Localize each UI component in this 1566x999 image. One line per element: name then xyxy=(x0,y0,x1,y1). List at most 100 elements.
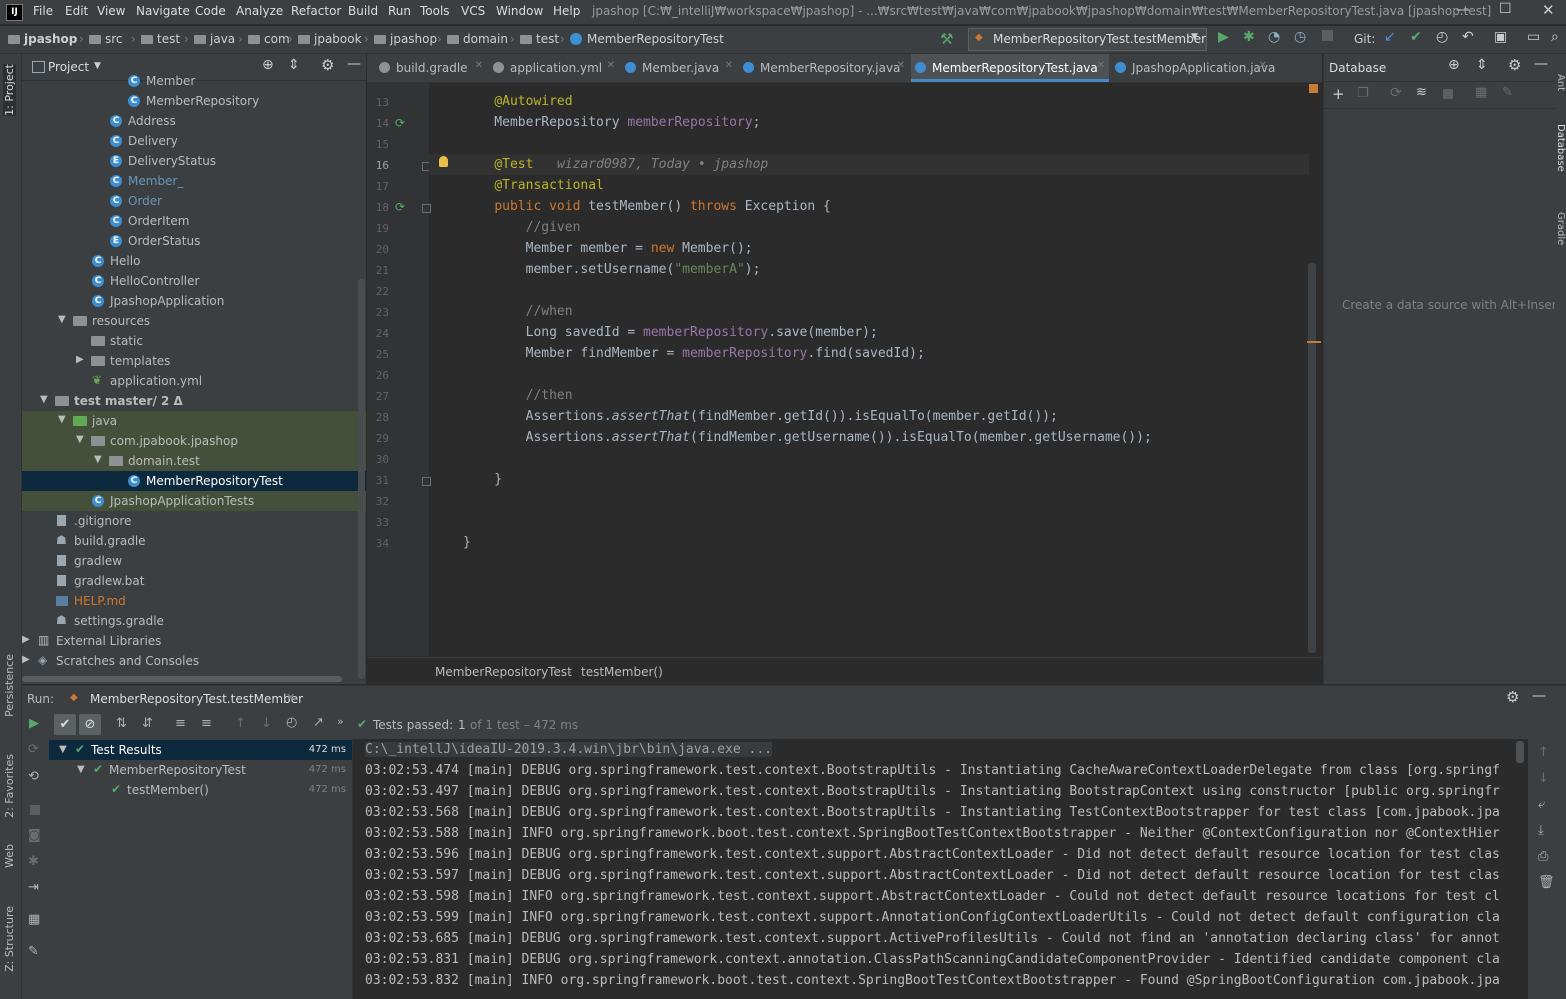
close-icon[interactable]: ✕ xyxy=(725,60,733,71)
tree-item[interactable]: ▶ ▥ External Libraries xyxy=(22,631,366,651)
stop-icon[interactable] xyxy=(1443,89,1453,99)
show-ignored-toggle[interactable]: ⊘ xyxy=(79,714,101,735)
tool-tab-web[interactable]: Web xyxy=(3,844,16,868)
breadcrumb-item[interactable]: jpabook xyxy=(298,32,362,46)
history-icon[interactable]: ◴ xyxy=(1436,29,1448,45)
tree-item[interactable]: C Hello xyxy=(22,251,366,271)
layout-icon[interactable]: ▭ xyxy=(1527,29,1540,45)
warning-stripe[interactable] xyxy=(1307,341,1321,343)
tree-scrollbar[interactable] xyxy=(358,279,365,679)
expanded-arrow-icon[interactable]: ▼ xyxy=(40,394,48,405)
layout-icon[interactable]: ▦ xyxy=(28,912,40,927)
tab-build-gradle[interactable]: build.gradle ✕ xyxy=(375,54,487,82)
tree-item[interactable]: C Member_ xyxy=(22,171,366,191)
close-icon[interactable]: ✕ xyxy=(607,60,615,71)
tree-item[interactable]: C JpashopApplicationTests xyxy=(22,491,366,511)
close-icon[interactable]: ✕ xyxy=(475,60,483,71)
menu-refactor[interactable]: Refactor xyxy=(291,4,341,18)
more-icon[interactable]: » xyxy=(337,715,344,728)
git-commit-icon[interactable]: ✔ xyxy=(1410,29,1422,45)
hide-panel-icon[interactable]: — xyxy=(1532,688,1546,704)
gear-icon[interactable]: ⚙ xyxy=(1508,56,1521,74)
menu-navigate[interactable]: Navigate xyxy=(136,4,190,18)
tree-item[interactable]: .gitignore xyxy=(22,511,366,531)
fold-marker-icon[interactable] xyxy=(422,477,431,486)
menu-view[interactable]: View xyxy=(97,4,125,18)
tool-tab-ant[interactable]: Ant xyxy=(1555,74,1566,91)
expanded-arrow-icon[interactable]: ▼ xyxy=(94,454,102,465)
tree-item[interactable]: C Order xyxy=(22,191,366,211)
tool-tab-database[interactable]: Database xyxy=(1555,124,1566,172)
tree-item[interactable]: C OrderItem xyxy=(22,211,366,231)
trash-icon[interactable]: 🗑 xyxy=(1538,875,1555,890)
export-icon[interactable]: ↗ xyxy=(313,715,324,730)
console-output[interactable]: C:\_intellJ\ideaIU-2019.3.4.win\jbr\bin\… xyxy=(353,739,1528,999)
console-scrollbar[interactable] xyxy=(1516,741,1524,763)
toggle-auto-test-icon[interactable]: ⟲ xyxy=(28,769,39,784)
menu-analyze[interactable]: Analyze xyxy=(236,4,283,18)
expanded-arrow-icon[interactable]: ▼ xyxy=(76,434,84,445)
show-passed-toggle[interactable]: ✔ xyxy=(54,714,76,735)
tree-item[interactable]: E DeliveryStatus xyxy=(22,151,366,171)
build-hammer-icon[interactable]: ⚒ xyxy=(940,30,953,48)
tree-item[interactable]: C MemberRepository xyxy=(22,91,366,111)
intention-bulb-icon[interactable] xyxy=(439,156,448,167)
debug-icon[interactable]: ✱ xyxy=(28,854,39,869)
tab-memberrepositorytest-java[interactable]: MemberRepositoryTest.java ✕ xyxy=(911,54,1109,82)
close-icon[interactable]: ✕ xyxy=(897,60,905,71)
breadcrumb-item[interactable]: test xyxy=(520,32,559,46)
breadcrumb-method[interactable]: testMember() xyxy=(581,665,663,679)
menu-vcs[interactable]: VCS xyxy=(461,4,485,18)
expanded-arrow-icon[interactable]: ▼ xyxy=(77,764,85,775)
login-icon[interactable]: ⇥ xyxy=(28,880,39,895)
stop-icon[interactable] xyxy=(1322,30,1333,41)
rollback-icon[interactable]: ↶ xyxy=(1462,29,1474,45)
tree-item[interactable]: C Member xyxy=(22,71,366,91)
tab-application-yml[interactable]: application.yml ✕ xyxy=(489,54,619,82)
breadcrumb-item[interactable]: src xyxy=(89,32,123,46)
menu-edit[interactable]: Edit xyxy=(65,4,88,18)
tree-item[interactable]: HELP.md xyxy=(22,591,366,611)
scroll-up-icon[interactable]: ↑ xyxy=(1538,745,1549,760)
sort-duration-icon[interactable]: ⇵ xyxy=(142,716,153,731)
breadcrumb-item[interactable]: java xyxy=(194,32,235,46)
tree-item[interactable]: ▼ com.jpabook.jpashop xyxy=(22,431,366,451)
expanded-arrow-icon[interactable]: ▼ xyxy=(59,744,67,755)
hide-panel-icon[interactable]: — xyxy=(1534,56,1548,72)
run-tab[interactable]: ◆ MemberRepositoryTest.testMember ✕ xyxy=(62,686,307,712)
expanded-arrow-icon[interactable]: ▼ xyxy=(58,414,66,425)
tree-item[interactable]: ▼ resources xyxy=(22,311,366,331)
tree-item[interactable]: gradlew.bat xyxy=(22,571,366,591)
menu-build[interactable]: Build xyxy=(348,4,378,18)
tab-member-java[interactable]: Member.java ✕ xyxy=(621,54,737,82)
copy-icon[interactable]: ❐ xyxy=(1357,86,1369,101)
maximize-button[interactable]: ☐ xyxy=(1499,1,1512,17)
close-window-button[interactable]: ✕ xyxy=(1542,1,1555,19)
breadcrumb-item[interactable]: MemberRepositoryTest xyxy=(570,32,724,46)
collapsed-arrow-icon[interactable]: ▶ xyxy=(22,654,30,665)
menu-file[interactable]: File xyxy=(33,4,53,18)
test-result-row[interactable]: ✔ testMember() 472 ms xyxy=(49,780,352,800)
tree-item[interactable]: ▼ domain.test xyxy=(22,451,366,471)
close-icon[interactable]: ✕ xyxy=(286,691,295,704)
rerun-failed-icon[interactable]: ⟳ xyxy=(28,742,39,757)
pin-icon[interactable]: ✎ xyxy=(28,944,39,959)
tree-item[interactable]: ❦ application.yml xyxy=(22,371,366,391)
collapse-all-icon[interactable]: ≡ xyxy=(201,716,212,731)
tree-item[interactable]: ☗ settings.gradle xyxy=(22,611,366,631)
close-icon[interactable]: ✕ xyxy=(1259,60,1267,71)
test-result-row[interactable]: ▼ ✔ MemberRepositoryTest 472 ms xyxy=(49,760,352,780)
tool-tab-persistence[interactable]: Persistence xyxy=(3,654,16,717)
menu-code[interactable]: Code xyxy=(195,4,226,18)
scroll-to-end-icon[interactable]: ⤓ xyxy=(1538,823,1544,838)
tree-item[interactable]: C MemberRepositoryTest xyxy=(22,471,366,491)
tool-tab-project[interactable]: 1: Project xyxy=(3,64,16,116)
gear-icon[interactable]: ⚙ xyxy=(1506,688,1519,706)
code-editor[interactable]: 13 14 15 16 17 18 19 20 21 22 23 24 25 26 27 28 29 30 31 32… xyxy=(367,83,1322,656)
history-icon[interactable]: ◴ xyxy=(286,715,297,730)
print-icon[interactable]: ⎙ xyxy=(1538,849,1548,864)
edit-icon[interactable]: ✎ xyxy=(1502,85,1513,100)
breadcrumb-item[interactable]: domain xyxy=(447,32,508,46)
tree-item[interactable]: ▶ ◈ Scratches and Consoles xyxy=(22,651,366,671)
schema-icon[interactable]: ≋ xyxy=(1416,85,1427,100)
